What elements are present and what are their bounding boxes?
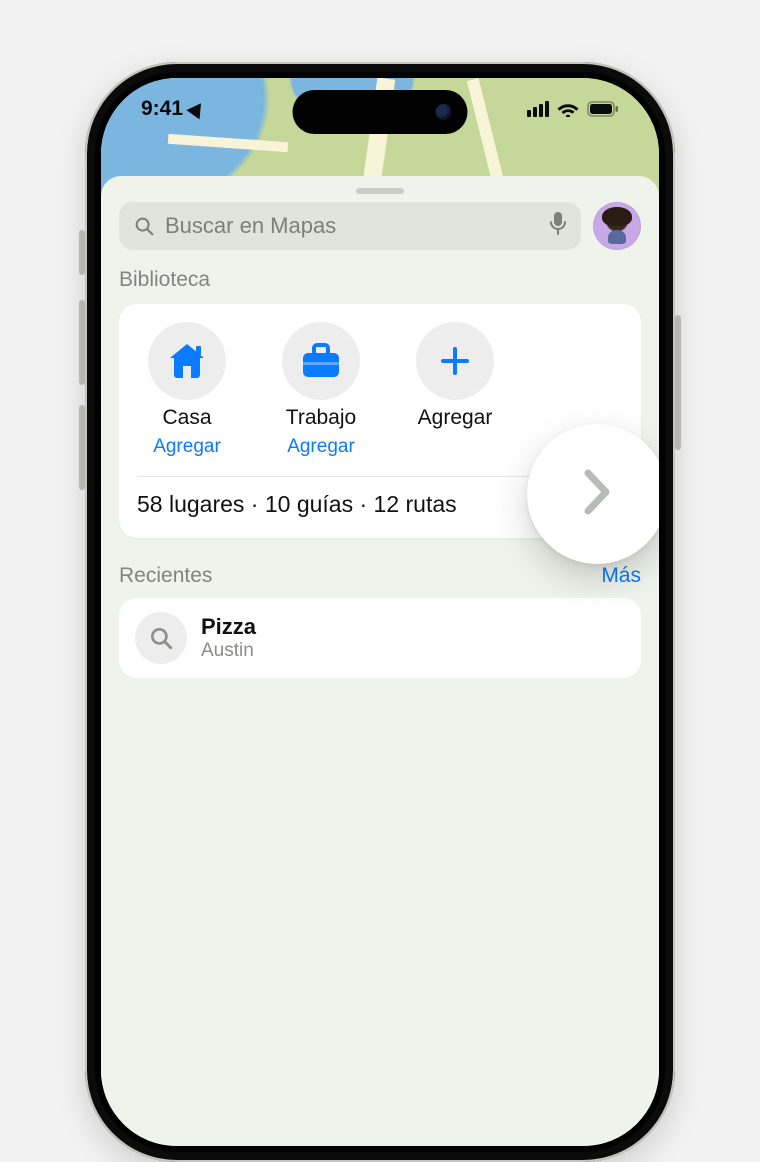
library-card: Casa Agregar Trabajo Agregar	[119, 304, 641, 538]
profile-avatar[interactable]	[593, 202, 641, 250]
status-bar: 9:41	[101, 94, 659, 124]
plus-icon	[416, 322, 494, 400]
search-placeholder: Buscar en Mapas	[165, 213, 336, 239]
battery-icon	[587, 101, 619, 117]
screen: 9:41 Buscar en Mapas	[101, 78, 659, 1146]
phone-bezel: 9:41 Buscar en Mapas	[95, 72, 665, 1152]
search-input[interactable]: Buscar en Mapas	[119, 202, 581, 250]
favorite-sublabel[interactable]: Agregar	[153, 436, 221, 458]
library-more-button[interactable]	[527, 424, 659, 564]
favorite-label: Casa	[162, 406, 211, 430]
recents-more-link[interactable]: Más	[601, 564, 641, 588]
favorite-home[interactable]: Casa Agregar	[137, 322, 237, 458]
wifi-icon	[557, 101, 579, 117]
search-sheet[interactable]: Buscar en Mapas Biblioteca Casa Agregar	[101, 176, 659, 1146]
recent-item[interactable]: Pizza Austin	[119, 598, 641, 678]
library-heading: Biblioteca	[119, 268, 641, 292]
favorite-label: Trabajo	[286, 406, 356, 430]
cellular-signal-icon	[527, 101, 549, 117]
favorite-add[interactable]: Agregar	[405, 322, 505, 430]
map-road	[168, 134, 288, 152]
phone-frame: 9:41 Buscar en Mapas	[85, 62, 675, 1162]
recents-heading: Recientes	[119, 564, 212, 588]
location-arrow-icon	[186, 99, 207, 120]
search-history-icon	[135, 612, 187, 664]
favorite-label: Agregar	[418, 406, 493, 430]
recent-title: Pizza	[201, 614, 256, 640]
status-time: 9:41	[141, 97, 183, 121]
side-button-power	[675, 315, 681, 450]
search-icon	[133, 215, 155, 237]
briefcase-icon	[282, 322, 360, 400]
chevron-right-icon	[578, 465, 616, 524]
favorite-sublabel[interactable]: Agregar	[287, 436, 355, 458]
sheet-grabber[interactable]	[356, 188, 404, 194]
favorite-work[interactable]: Trabajo Agregar	[271, 322, 371, 458]
microphone-icon[interactable]	[549, 211, 567, 241]
home-icon	[148, 322, 226, 400]
recent-subtitle: Austin	[201, 640, 256, 662]
